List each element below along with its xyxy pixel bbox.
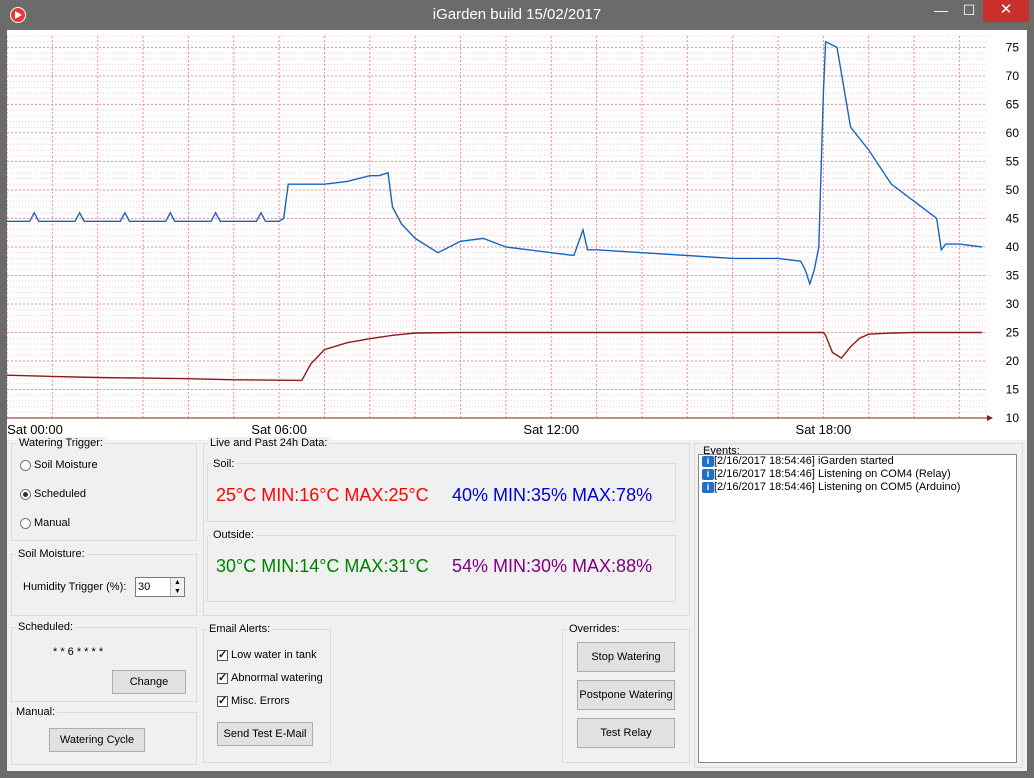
radio-dot[interactable] — [20, 459, 31, 471]
event-item[interactable]: i [2/16/2017 18:54:46] iGarden started — [699, 455, 1016, 468]
series-line-1 — [7, 40, 983, 287]
y-tick-label: 55 — [1006, 154, 1020, 168]
title-bar[interactable]: iGarden build 15/02/2017 — ☐ ✕ — [0, 0, 1034, 30]
email-alerts-title: Email Alerts: — [207, 623, 273, 635]
humidity-trigger-input[interactable] — [138, 579, 168, 595]
event-item[interactable]: i [2/16/2017 18:54:46] Listening on COM4 … — [699, 468, 1016, 481]
info-icon: i — [702, 455, 714, 467]
x-tick-label: Sat 06:00 — [251, 422, 307, 437]
soil-temperature-readout: 25°C MIN:16°C MAX:25°C — [216, 485, 429, 505]
app-window: iGarden build 15/02/2017 — ☐ ✕ 75 70 65 60 5… — [0, 0, 1034, 778]
radio-label: Scheduled — [34, 488, 86, 500]
radio-soil-moisture[interactable]: Soil Moisture — [20, 459, 98, 471]
checkbox-label: Misc. Errors — [231, 695, 290, 707]
y-tick-label: 60 — [1006, 126, 1020, 140]
humidity-trigger-stepper[interactable]: ▲ ▼ — [135, 577, 185, 597]
x-tick-label: Sat 00:00 — [7, 422, 63, 437]
radio-scheduled[interactable]: Scheduled — [20, 488, 86, 500]
y-tick-label: 40 — [1006, 240, 1020, 254]
close-button[interactable]: ✕ — [983, 0, 1029, 22]
x-tick-label: Sat 12:00 — [523, 422, 579, 437]
y-tick-label: 50 — [1006, 183, 1020, 197]
y-tick-label: 15 — [1006, 382, 1020, 396]
event-text: [2/16/2017 18:54:46] Listening on COM4 (… — [714, 468, 951, 480]
outside-title: Outside: — [211, 529, 256, 541]
checkbox-abnormal-watering[interactable]: Abnormal watering — [217, 671, 323, 684]
y-tick-label: 65 — [1006, 97, 1020, 111]
event-text: [2/16/2017 18:54:46] iGarden started — [714, 455, 894, 467]
checkbox-label: Abnormal watering — [231, 672, 323, 684]
info-icon: i — [702, 468, 714, 480]
series-line-2 — [6, 331, 983, 382]
radio-label: Soil Moisture — [34, 459, 98, 471]
events-list[interactable]: i [2/16/2017 18:54:46] iGarden started i[… — [698, 454, 1017, 763]
change-button[interactable]: Change — [112, 670, 186, 694]
postpone-watering-button[interactable]: Postpone Watering — [577, 680, 675, 710]
y-tick-label: 70 — [1006, 69, 1020, 83]
test-relay-button[interactable]: Test Relay — [577, 718, 675, 748]
checkbox-label: Low water in tank — [231, 649, 317, 661]
y-tick-label: 45 — [1006, 211, 1020, 225]
window-title: iGarden build 15/02/2017 — [432, 6, 602, 23]
checkbox-low-water[interactable]: Low water in tank — [217, 648, 317, 661]
checkbox-box[interactable] — [217, 671, 228, 684]
stop-watering-button[interactable]: Stop Watering — [577, 642, 675, 672]
soil-moisture-title: Soil Moisture: — [16, 548, 87, 560]
live-data-title: Live and Past 24h Data: — [208, 437, 330, 449]
soil-humidity-readout: 40% MIN:35% MAX:78% — [452, 485, 653, 505]
client-area: 75 70 65 60 55 50 45 40 35 30 25 20 15 10 Sat 00:00 Sat… — [6, 30, 1027, 771]
spin-up-icon[interactable]: ▲ — [170, 578, 184, 587]
y-tick-label: 10 — [1006, 411, 1020, 425]
minimize-button[interactable]: — — [928, 0, 954, 22]
y-tick-label: 20 — [1006, 354, 1020, 368]
overrides-title: Overrides: — [567, 623, 622, 635]
radio-dot[interactable] — [20, 488, 31, 500]
chart-svg: 75 70 65 60 55 50 45 40 35 30 25 20 15 10 Sat 00:00 Sat… — [6, 35, 1020, 437]
spin-down-icon[interactable]: ▼ — [170, 587, 184, 596]
y-tick-label: 75 — [1006, 40, 1020, 54]
checkbox-box[interactable] — [217, 648, 228, 661]
checkbox-misc-errors[interactable]: Misc. Errors — [217, 694, 290, 707]
x-tick-label: Sat 18:00 — [796, 422, 852, 437]
maximize-button[interactable]: ☐ — [956, 0, 982, 22]
radio-label: Manual — [34, 517, 71, 529]
soil-title: Soil: — [211, 458, 237, 470]
watering-trigger-title: Watering Trigger: — [17, 437, 105, 449]
watering-cycle-button[interactable]: Watering Cycle — [49, 728, 145, 752]
event-item[interactable]: i [2/16/2017 18:54:46] Listening on COM5 … — [699, 481, 1016, 494]
info-icon: i — [702, 481, 714, 493]
manual-title: Manual: — [14, 706, 58, 718]
schedule-cron-text: * * 6 * * * * — [53, 646, 104, 658]
radio-manual[interactable]: Manual — [20, 517, 70, 529]
scheduled-title: Scheduled: — [16, 621, 76, 633]
outside-humidity-readout: 54% MIN:30% MAX:88% — [452, 556, 653, 576]
y-tick-label: 25 — [1006, 325, 1020, 339]
y-tick-label: 35 — [1006, 268, 1020, 282]
x-axis-arrow-icon — [987, 415, 993, 421]
humidity-trigger-label: Humidity Trigger (%): — [23, 581, 127, 593]
event-text: [2/16/2017 18:54:46] Listening on COM5 (… — [714, 481, 961, 493]
radio-dot[interactable] — [20, 517, 31, 529]
checkbox-box[interactable] — [217, 694, 228, 707]
send-test-email-button[interactable]: Send Test E-Mail — [217, 722, 313, 746]
y-tick-label: 30 — [1006, 297, 1020, 311]
outside-temperature-readout: 30°C MIN:14°C MAX:31°C — [216, 556, 429, 576]
sensor-chart: 75 70 65 60 55 50 45 40 35 30 25 20 15 10 Sat 00:00 Sat… — [6, 30, 1027, 440]
